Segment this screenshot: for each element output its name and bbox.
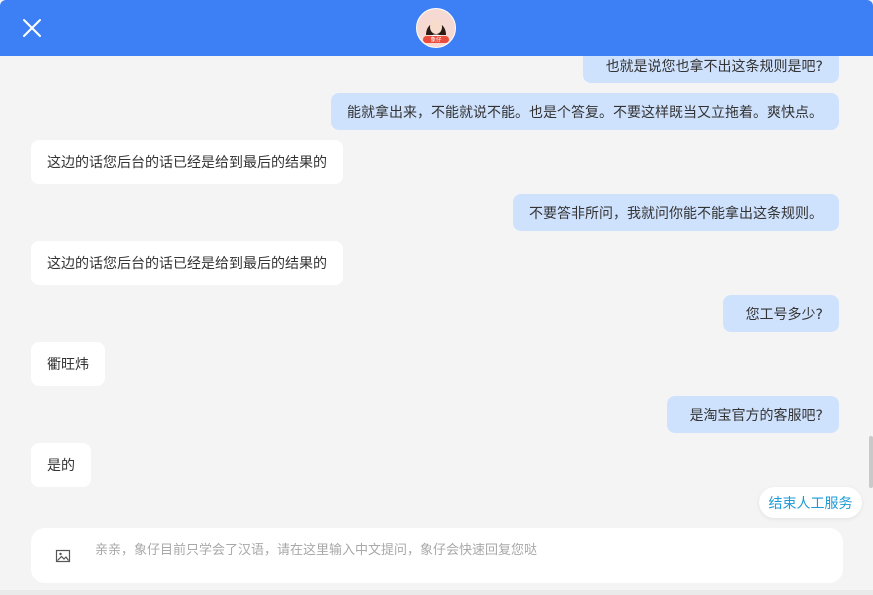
message-text: 是的 xyxy=(47,458,75,474)
close-button[interactable] xyxy=(20,16,44,40)
message-bubble-user: 您工号多少? xyxy=(723,295,839,332)
close-icon xyxy=(23,19,41,37)
message-bubble-agent: 这边的话您后台的话已经是给到最后的结果的 xyxy=(31,241,343,285)
chat-scrollbar[interactable] xyxy=(869,436,873,488)
message-bubble-user: 不要答非所问，我就问你能不能拿出这条规则。 xyxy=(513,194,839,231)
message-text: 您工号多少? xyxy=(745,306,823,323)
message-input[interactable] xyxy=(95,529,825,571)
image-icon xyxy=(55,549,71,563)
avatar-icon: 象仔 xyxy=(417,9,455,47)
chat-header: 象仔 xyxy=(0,0,873,56)
message-text: 这边的话您后台的话已经是给到最后的结果的 xyxy=(47,155,327,171)
end-human-service-button[interactable]: 结束人工服务 xyxy=(759,487,862,518)
message-bubble-agent: 是的 xyxy=(31,443,91,487)
message-bubble-user: 能就拿出来，不能就说不能。也是个答复。不要这样既当又立拖着。爽快点。 xyxy=(331,93,839,130)
message-text: 能就拿出来，不能就说不能。也是个答复。不要这样既当又立拖着。爽快点。 xyxy=(347,104,823,121)
message-text: 不要答非所问，我就问你能不能拿出这条规则。 xyxy=(529,205,823,222)
message-bubble-user: 是淘宝官方的客服吧? xyxy=(667,396,839,433)
message-text: 是淘宝官方的客服吧? xyxy=(689,407,823,424)
message-text: 也就是说您也拿不出这条规则是吧? xyxy=(605,59,823,75)
message-bubble-agent: 衢旺炜 xyxy=(31,342,105,386)
message-input-bar xyxy=(31,528,843,583)
message-bubble-agent: 这边的话您后台的话已经是给到最后的结果的 xyxy=(31,140,343,184)
window-bottom-edge xyxy=(0,590,873,595)
avatar-badge-text: 象仔 xyxy=(430,36,442,44)
agent-avatar: 象仔 xyxy=(416,8,456,48)
message-bubble-user: 也就是说您也拿不出这条规则是吧? xyxy=(583,56,839,83)
message-text: 这边的话您后台的话已经是给到最后的结果的 xyxy=(47,256,327,272)
chat-messages[interactable]: 也就是说您也拿不出这条规则是吧? 能就拿出来，不能就说不能。也是个答复。不要这样… xyxy=(0,56,873,516)
end-service-label: 结束人工服务 xyxy=(768,495,853,512)
send-image-button[interactable] xyxy=(55,548,71,564)
message-text: 衢旺炜 xyxy=(47,357,89,373)
